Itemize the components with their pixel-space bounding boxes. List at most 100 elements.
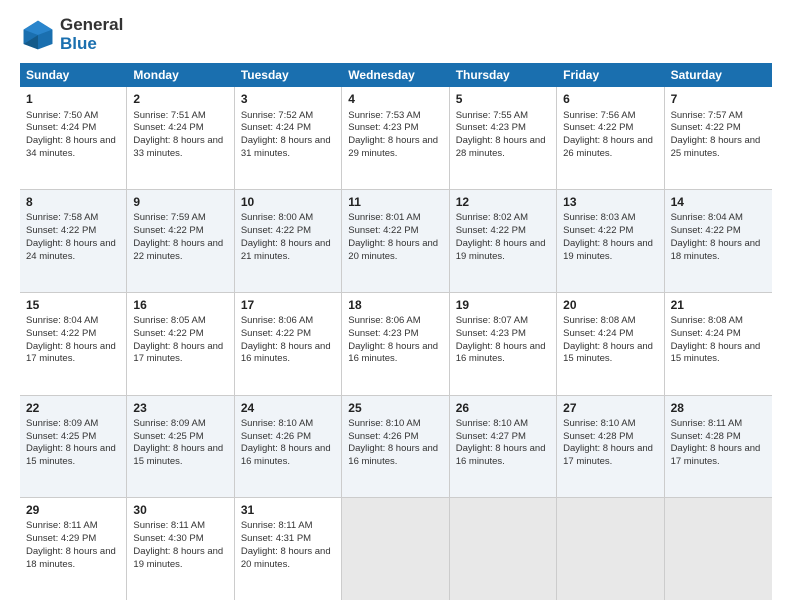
sunset-text: Sunset: 4:24 PM	[563, 328, 633, 339]
daylight-text: Daylight: 8 hours and 29 minutes.	[348, 135, 438, 159]
daylight-text: Daylight: 8 hours and 26 minutes.	[563, 135, 653, 159]
sunset-text: Sunset: 4:28 PM	[563, 431, 633, 442]
sunset-text: Sunset: 4:22 PM	[133, 225, 203, 236]
sunrise-text: Sunrise: 8:04 AM	[671, 212, 743, 223]
sunset-text: Sunset: 4:27 PM	[456, 431, 526, 442]
day-cell-28: 28Sunrise: 8:11 AMSunset: 4:28 PMDayligh…	[665, 396, 772, 498]
logo-general: General	[60, 16, 123, 35]
sunset-text: Sunset: 4:23 PM	[348, 122, 418, 133]
sunrise-text: Sunrise: 8:08 AM	[563, 315, 635, 326]
day-of-week-sunday: Sunday	[20, 63, 127, 87]
daylight-text: Daylight: 8 hours and 15 minutes.	[26, 443, 116, 467]
day-number: 4	[348, 91, 442, 107]
day-number: 10	[241, 194, 335, 210]
sunrise-text: Sunrise: 8:03 AM	[563, 212, 635, 223]
daylight-text: Daylight: 8 hours and 16 minutes.	[241, 341, 331, 365]
day-cell-11: 11 Sunrise: 8:01 AM Sunset: 4:22 PM Dayligh…	[342, 190, 449, 292]
sunset-text: Sunset: 4:22 PM	[241, 328, 311, 339]
sunrise-text: Sunrise: 7:55 AM	[456, 110, 528, 121]
sunrise-text: Sunrise: 8:11 AM	[241, 520, 313, 531]
sunset-text: Sunset: 4:29 PM	[26, 533, 96, 544]
sunset-text: Sunset: 4:31 PM	[241, 533, 311, 544]
sunrise-text: Sunrise: 8:11 AM	[133, 520, 205, 531]
sunrise-text: Sunrise: 7:59 AM	[133, 212, 205, 223]
sunset-text: Sunset: 4:24 PM	[241, 122, 311, 133]
daylight-text: Daylight: 8 hours and 31 minutes.	[241, 135, 331, 159]
daylight-text: Daylight: 8 hours and 20 minutes.	[348, 238, 438, 262]
daylight-text: Daylight: 8 hours and 34 minutes.	[26, 135, 116, 159]
calendar: SundayMondayTuesdayWednesdayThursdayFrid…	[20, 63, 772, 600]
day-number: 23	[133, 400, 227, 416]
daylight-text: Daylight: 8 hours and 17 minutes.	[26, 341, 116, 365]
sunset-text: Sunset: 4:22 PM	[133, 328, 203, 339]
week-row-1: 1Sunrise: 7:50 AMSunset: 4:24 PMDaylight…	[20, 87, 772, 190]
sunrise-text: Sunrise: 8:05 AM	[133, 315, 205, 326]
sunset-text: Sunset: 4:28 PM	[671, 431, 741, 442]
daylight-text: Daylight: 8 hours and 16 minutes.	[456, 341, 546, 365]
sunset-text: Sunset: 4:24 PM	[26, 122, 96, 133]
day-number: 26	[456, 400, 550, 416]
empty-cell-w4c4	[450, 498, 557, 600]
sunrise-text: Sunrise: 7:51 AM	[133, 110, 205, 121]
sunrise-text: Sunrise: 8:00 AM	[241, 212, 313, 223]
day-cell-23: 23Sunrise: 8:09 AMSunset: 4:25 PMDayligh…	[127, 396, 234, 498]
sunset-text: Sunset: 4:30 PM	[133, 533, 203, 544]
sunset-text: Sunset: 4:23 PM	[348, 328, 418, 339]
day-number: 2	[133, 91, 227, 107]
sunrise-text: Sunrise: 8:10 AM	[456, 418, 528, 429]
day-cell-26: 26 Sunrise: 8:10 AM Sunset: 4:27 PMDayligh…	[450, 396, 557, 498]
header: General Blue	[20, 16, 772, 53]
sunrise-text: Sunrise: 8:06 AM	[241, 315, 313, 326]
day-number: 7	[671, 91, 766, 107]
day-number: 30	[133, 502, 227, 518]
daylight-text: Daylight: 8 hours and 17 minutes.	[671, 443, 761, 467]
empty-cell-w4c6	[665, 498, 772, 600]
day-cell-6: 6Sunrise: 7:56 AMSunset: 4:22 PMDaylight…	[557, 87, 664, 189]
sunrise-text: Sunrise: 8:11 AM	[26, 520, 98, 531]
sunset-text: Sunset: 4:22 PM	[563, 122, 633, 133]
daylight-text: Daylight: 8 hours and 28 minutes.	[456, 135, 546, 159]
daylight-text: Daylight: 8 hours and 24 minutes.	[26, 238, 116, 262]
sunrise-text: Sunrise: 7:50 AM	[26, 110, 98, 121]
daylight-text: Daylight: 8 hours and 20 minutes.	[241, 546, 331, 570]
day-number: 24	[241, 400, 335, 416]
sunset-text: Sunset: 4:25 PM	[26, 431, 96, 442]
daylight-text: Daylight: 8 hours and 16 minutes.	[456, 443, 546, 467]
day-cell-16: 16 Sunrise: 8:05 AM Sunset: 4:22 PM Dayligh…	[127, 293, 234, 395]
week-row-5: 29 Sunrise: 8:11 AM Sunset: 4:29 PM Dayligh…	[20, 498, 772, 600]
day-cell-13: 13Sunrise: 8:03 AMSunset: 4:22 PMDayligh…	[557, 190, 664, 292]
sunrise-text: Sunrise: 8:11 AM	[671, 418, 743, 429]
sunset-text: Sunset: 4:22 PM	[348, 225, 418, 236]
sunset-text: Sunset: 4:26 PM	[241, 431, 311, 442]
week-row-2: 8Sunrise: 7:58 AMSunset: 4:22 PMDaylight…	[20, 190, 772, 293]
logo: General Blue	[20, 16, 123, 53]
day-cell-1: 1Sunrise: 7:50 AMSunset: 4:24 PMDaylight…	[20, 87, 127, 189]
sunrise-text: Sunrise: 8:06 AM	[348, 315, 420, 326]
day-cell-14: 14Sunrise: 8:04 AMSunset: 4:22 PMDayligh…	[665, 190, 772, 292]
daylight-text: Daylight: 8 hours and 17 minutes.	[133, 341, 223, 365]
daylight-text: Daylight: 8 hours and 18 minutes.	[26, 546, 116, 570]
day-cell-29: 29 Sunrise: 8:11 AM Sunset: 4:29 PM Dayligh…	[20, 498, 127, 600]
sunset-text: Sunset: 4:22 PM	[26, 328, 96, 339]
sunrise-text: Sunrise: 8:10 AM	[563, 418, 635, 429]
day-number: 21	[671, 297, 766, 313]
day-cell-31: 31 Sunrise: 8:11 AM Sunset: 4:31 PM Dayligh…	[235, 498, 342, 600]
day-of-week-friday: Friday	[557, 63, 664, 87]
sunrise-text: Sunrise: 7:52 AM	[241, 110, 313, 121]
sunset-text: Sunset: 4:25 PM	[133, 431, 203, 442]
sunrise-text: Sunrise: 8:01 AM	[348, 212, 420, 223]
sunrise-text: Sunrise: 8:10 AM	[241, 418, 313, 429]
day-number: 16	[133, 297, 227, 313]
daylight-text: Daylight: 8 hours and 33 minutes.	[133, 135, 223, 159]
daylight-text: Daylight: 8 hours and 15 minutes.	[563, 341, 653, 365]
day-number: 29	[26, 502, 120, 518]
daylight-text: Daylight: 8 hours and 16 minutes.	[348, 341, 438, 365]
sunrise-text: Sunrise: 7:57 AM	[671, 110, 743, 121]
day-number: 3	[241, 91, 335, 107]
calendar-header: SundayMondayTuesdayWednesdayThursdayFrid…	[20, 63, 772, 87]
day-number: 31	[241, 502, 335, 518]
day-number: 22	[26, 400, 120, 416]
week-row-3: 15Sunrise: 8:04 AMSunset: 4:22 PMDayligh…	[20, 293, 772, 396]
day-number: 11	[348, 194, 442, 210]
sunrise-text: Sunrise: 8:04 AM	[26, 315, 98, 326]
